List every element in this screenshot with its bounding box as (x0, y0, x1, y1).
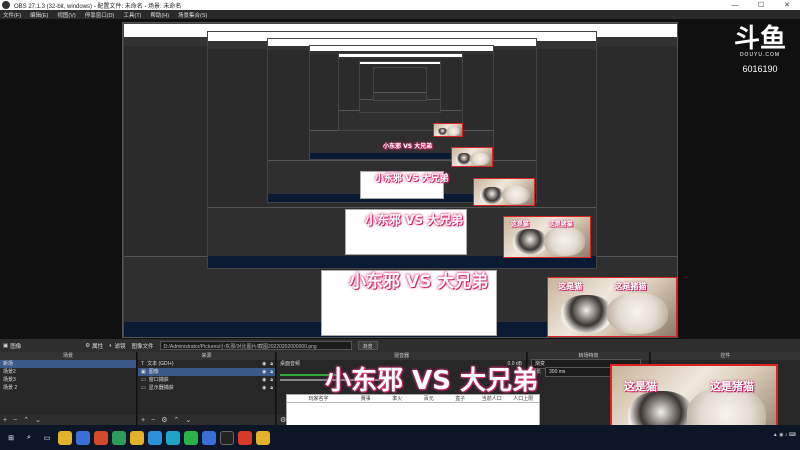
close-button[interactable]: ✕ (774, 0, 800, 10)
nested-vs-text-1: 小东邪 VS 大兄弟 (349, 272, 489, 292)
scenes-dock: 场景 新场 场景2 场景3 场景 2 + − ⌃ ⌄ (0, 352, 137, 425)
app-icon[interactable] (130, 430, 144, 445)
nested-cat-image-4 (451, 147, 493, 167)
source-item[interactable]: ▭ 窗口捕获 ◉ 🔒︎ (138, 376, 275, 384)
app-icon[interactable] (58, 430, 72, 445)
nested-vs-text-3: 小东邪 VS 大兄弟 (375, 174, 449, 184)
douyu-mark: 斗鱼 (733, 24, 786, 54)
eye-icon[interactable]: ◉ (262, 360, 266, 368)
window-title: OBS 27.1.3 (32-bit, windows) - 配置文件: 未命名… (14, 3, 182, 10)
filter-icon: ◐ (109, 342, 113, 349)
menu-edit[interactable]: 编辑(E) (30, 11, 48, 19)
lock-icon[interactable]: 🔒︎ (270, 368, 273, 376)
search-icon[interactable]: ⌕ (22, 431, 36, 445)
move-down-icon[interactable]: ⌄ (35, 416, 41, 424)
source-settings-icon[interactable]: ⚙ (161, 416, 167, 424)
source-item[interactable]: ▭ 显示器捕获 ◉ 🔒︎ (138, 384, 275, 392)
source-item[interactable]: T 文本 (GDI+) ◉ 🔒︎ (138, 360, 275, 368)
preview-canvas[interactable]: 小东邪 VS 大兄弟 小东邪 VS 大兄弟 小东邪 VS 大兄弟 小东邪 VS … (122, 22, 678, 338)
taskview-icon[interactable]: ▭ (40, 431, 54, 445)
overlay-vs-text: 小东邪 VS 大兄弟 (325, 366, 538, 396)
sources-dock: 来源 T 文本 (GDI+) ◉ 🔒︎ ▣ 图像 ◉ 🔒︎ ▭ 窗口捕获 ◉ 🔒︎ ▭ 显示器捕获 ◉… (138, 352, 276, 425)
scene-item[interactable]: 场景2 (0, 368, 136, 376)
nested-cat-image-5 (433, 123, 463, 137)
windows-taskbar: ⊞ ⌕ ▭ (0, 425, 800, 450)
cat-right-label: 这是猪猫 (710, 380, 754, 393)
menu-scene-collection[interactable]: 场景集合(S) (178, 11, 207, 19)
eye-icon[interactable]: ◉ (262, 384, 266, 392)
properties-button[interactable]: ⚙ 属性 (85, 342, 103, 350)
system-tray: ▲ ◉ ♪ ⌨ (772, 432, 796, 438)
image-path-field[interactable]: D:/Administrator/Pictures/小东邪/对比图片/截图202… (159, 341, 352, 350)
remove-source-button[interactable]: − (151, 417, 155, 424)
add-source-button[interactable]: + (141, 417, 145, 424)
lock-icon[interactable]: 🔒︎ (270, 384, 273, 392)
app-icon[interactable] (166, 430, 180, 445)
window-titlebar: OBS 27.1.3 (32-bit, windows) - 配置文件: 未命名… (0, 0, 800, 10)
obs-logo-icon (2, 1, 10, 9)
nested-vs-text-2: 小东邪 VS 大兄弟 (365, 213, 464, 227)
source-toolbar: ▣ 图像 ⚙ 属性 ◐ 滤镜 图像文件 D:/Administrator/Pictur… (0, 339, 800, 352)
start-icon[interactable]: ⊞ (4, 431, 18, 445)
app-icon[interactable] (238, 430, 252, 445)
lock-icon[interactable]: 🔒︎ (270, 376, 273, 384)
app-icon[interactable] (256, 430, 270, 445)
move-up-icon[interactable]: ⌃ (173, 416, 179, 424)
nested-cat-image-3 (473, 178, 535, 206)
maximize-button[interactable]: ☐ (748, 0, 774, 10)
lock-icon[interactable]: 🔒︎ (270, 360, 273, 368)
nested-cat-image-1: 这是猫 这是猪猫 (547, 277, 677, 337)
source-name: ▣ 图像 (3, 342, 22, 350)
menu-help[interactable]: 帮助(H) (150, 11, 169, 19)
image-icon: ▣ (3, 342, 9, 349)
nested-vs-text-4: 小东邪 VS 大兄弟 (383, 143, 433, 150)
app-icon[interactable] (148, 430, 162, 445)
browse-button[interactable]: 浏览 (357, 341, 378, 350)
controls-header: 控件 (651, 352, 800, 360)
scene-item[interactable]: 场景3 (0, 376, 136, 384)
scene-item[interactable]: 场景 2 (0, 384, 136, 392)
obs-taskbar-icon[interactable] (220, 430, 234, 445)
mixer-header: 混音器 (277, 352, 526, 360)
add-scene-button[interactable]: + (3, 417, 7, 424)
eye-icon[interactable]: ◉ (262, 376, 266, 384)
move-down-icon[interactable]: ⌄ (185, 416, 191, 424)
menu-bar: 文件(F) 编辑(E) 视图(V) 停靠窗口(D) 工具(T) 帮助(H) 场景… (0, 10, 800, 19)
menu-docks[interactable]: 停靠窗口(D) (85, 11, 115, 19)
monitor-icon: ▭ (141, 385, 146, 391)
menu-view[interactable]: 视图(V) (57, 11, 75, 19)
image-file-label: 图像文件 (131, 343, 154, 350)
sources-header: 来源 (138, 352, 275, 360)
app-icon[interactable] (202, 430, 216, 445)
image-icon: ▣ (141, 369, 146, 375)
nested-cat-image-2: 这是猫 这是猪猫 (503, 216, 591, 258)
source-item[interactable]: ▣ 图像 ◉ 🔒︎ (138, 368, 275, 376)
app-icon[interactable] (184, 430, 198, 445)
filters-button[interactable]: ◐ 滤镜 (109, 342, 125, 350)
room-number: 6016190 (742, 64, 778, 74)
gear-icon: ⚙ (85, 342, 91, 349)
scene-item[interactable]: 新场 (0, 360, 136, 368)
menu-tools[interactable]: 工具(T) (123, 11, 141, 19)
cat-left-label: 这是猫 (624, 380, 657, 393)
text-icon: T (141, 361, 145, 367)
app-icon[interactable] (112, 430, 126, 445)
minimize-button[interactable]: — (722, 0, 748, 10)
move-up-icon[interactable]: ⌃ (23, 416, 29, 424)
app-icon[interactable] (94, 430, 108, 445)
menu-file[interactable]: 文件(F) (3, 11, 21, 19)
window-icon: ▭ (141, 377, 146, 383)
nested-window-7 (373, 67, 427, 101)
douyu-logo: 斗鱼 DOUYU.COM 6016190 (730, 26, 790, 74)
scenes-header: 场景 (0, 352, 136, 360)
app-icon[interactable] (76, 430, 90, 445)
remove-scene-button[interactable]: − (13, 417, 17, 424)
eye-icon[interactable]: ◉ (262, 368, 266, 376)
